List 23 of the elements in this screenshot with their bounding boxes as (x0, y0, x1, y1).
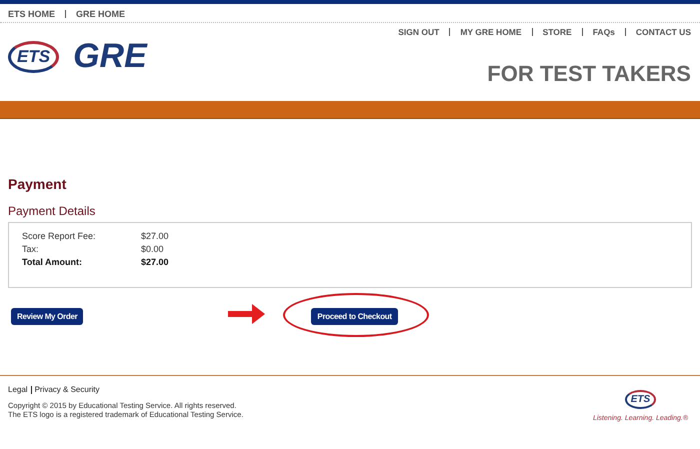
page-title: Payment (8, 176, 68, 192)
gre-logo: GRE (73, 37, 147, 76)
nav-link[interactable]: MY GRE HOME (460, 27, 522, 37)
footer-link[interactable]: Legal (8, 385, 28, 394)
section-title: Payment Details (8, 204, 96, 218)
ets-logo: ETS (624, 390, 656, 409)
row-label: Score Report Fee: (22, 231, 97, 241)
footer-link[interactable]: Privacy & Security (34, 385, 100, 394)
top-link[interactable]: GRE HOME (76, 8, 126, 18)
row-value: $27.00 (141, 231, 169, 241)
top-link[interactable]: ETS HOME (8, 8, 56, 18)
nav-link[interactable]: CONTACT US (636, 27, 691, 37)
nav-link[interactable]: FAQs (592, 27, 615, 37)
row-value: $27.00 (141, 257, 169, 267)
nav-link[interactable]: SIGN OUT (398, 27, 440, 37)
row-value: $0.00 (141, 244, 164, 254)
nav-link[interactable]: STORE (542, 27, 572, 37)
row-label: Total Amount: (22, 257, 83, 267)
action-button[interactable]: Proceed to Checkout (311, 308, 398, 325)
action-button[interactable]: Review My Order (11, 308, 84, 325)
banner-title: FOR TEST TAKERS (487, 61, 691, 87)
row-label: Tax: (22, 244, 40, 254)
ets-logo: ETS (8, 40, 60, 72)
